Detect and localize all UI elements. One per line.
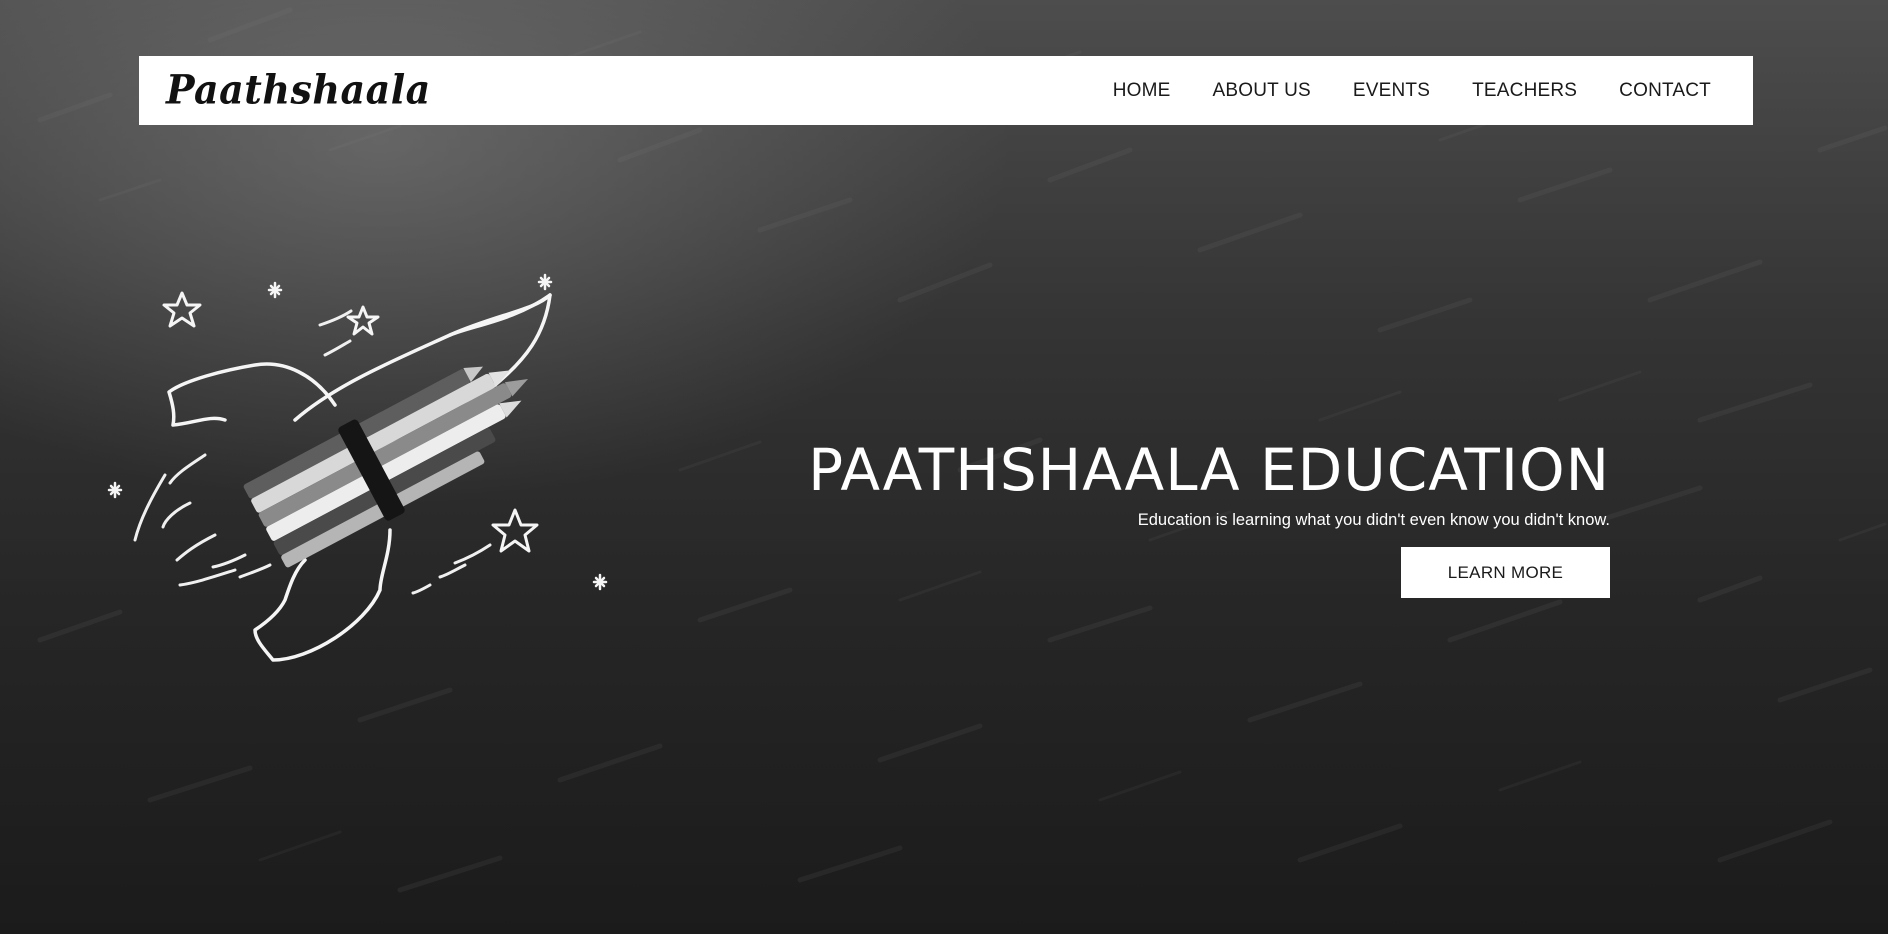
star-icon [346,305,380,336]
site-logo[interactable]: Paathshaala [166,62,431,119]
star-icon [162,291,202,328]
speed-line [411,583,432,595]
speed-line [438,563,467,579]
star-icon [491,508,539,553]
speed-line [453,543,492,565]
pencil-rocket-illustration [107,273,608,662]
rocket-fin-top [167,362,337,427]
sparkle-icon [267,281,283,299]
nav-link-contact[interactable]: CONTACT [1619,80,1711,101]
speed-line [318,309,353,327]
nav-item-teachers: TEACHERS [1472,80,1577,102]
top-navbar: Paathshaala HOME ABOUT US EVENTS TEACHER… [139,56,1753,125]
nav-menu: HOME ABOUT US EVENTS TEACHERS CONTACT [1113,56,1711,125]
speed-line [133,473,167,542]
sparkle-icon [592,573,608,591]
speed-line [323,339,352,357]
rocket-fin-bottom [253,528,392,662]
hero-title: PAATHSHAALA EDUCATION [808,436,1610,504]
hero-subtitle: Education is learning what you didn't ev… [1137,511,1610,529]
nav-item-about-us: ABOUT US [1213,80,1311,102]
speed-line [161,501,192,529]
nav-link-home[interactable]: HOME [1113,80,1171,101]
sparkle-icon [537,273,553,291]
nav-link-teachers[interactable]: TEACHERS [1472,80,1577,101]
sparkle-icon [107,481,123,499]
nav-item-contact: CONTACT [1619,80,1711,102]
nav-item-home: HOME [1113,80,1171,102]
speed-line [178,568,237,587]
nav-item-events: EVENTS [1353,80,1430,102]
learn-more-button[interactable]: LEARN MORE [1401,547,1610,598]
nav-link-about-us[interactable]: ABOUT US [1213,80,1311,101]
speed-line [238,563,272,579]
hero-page: Paathshaala HOME ABOUT US EVENTS TEACHER… [0,0,1888,934]
speed-line [175,533,217,562]
speed-line [211,553,247,569]
speed-line [168,453,207,485]
nav-link-events[interactable]: EVENTS [1353,80,1430,101]
